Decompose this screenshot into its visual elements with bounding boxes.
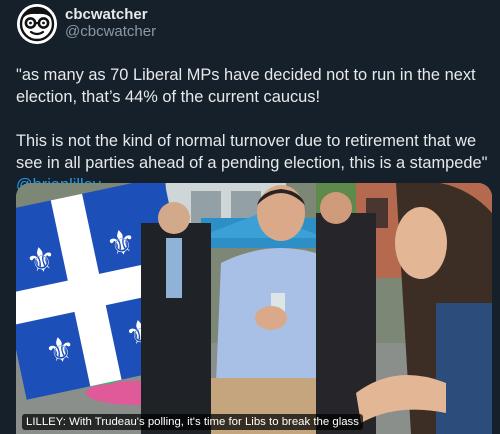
tweet-photo[interactable]: ⚜ ⚜ ⚜ ⚜ LILLEY: With Trudeau's polling, … bbox=[16, 183, 492, 434]
photo-caption: LILLEY: With Trudeau's polling, it's tim… bbox=[22, 414, 363, 430]
tweet-paragraph-2-text: This is not the kind of normal turnover … bbox=[16, 132, 488, 172]
avatar[interactable] bbox=[17, 4, 57, 44]
tweet-card: cbcwatcher @cbcwatcher "as many as 70 Li… bbox=[0, 0, 500, 434]
author-display-name[interactable]: cbcwatcher bbox=[65, 6, 148, 23]
author-handle[interactable]: @cbcwatcher bbox=[65, 23, 156, 40]
tweet-paragraph-1: "as many as 70 Liberal MPs have decided … bbox=[16, 66, 476, 106]
tweet-text: "as many as 70 Liberal MPs have decided … bbox=[16, 64, 492, 196]
face-with-glasses-icon bbox=[17, 4, 57, 44]
photo-scene: ⚜ ⚜ ⚜ ⚜ bbox=[16, 183, 492, 434]
